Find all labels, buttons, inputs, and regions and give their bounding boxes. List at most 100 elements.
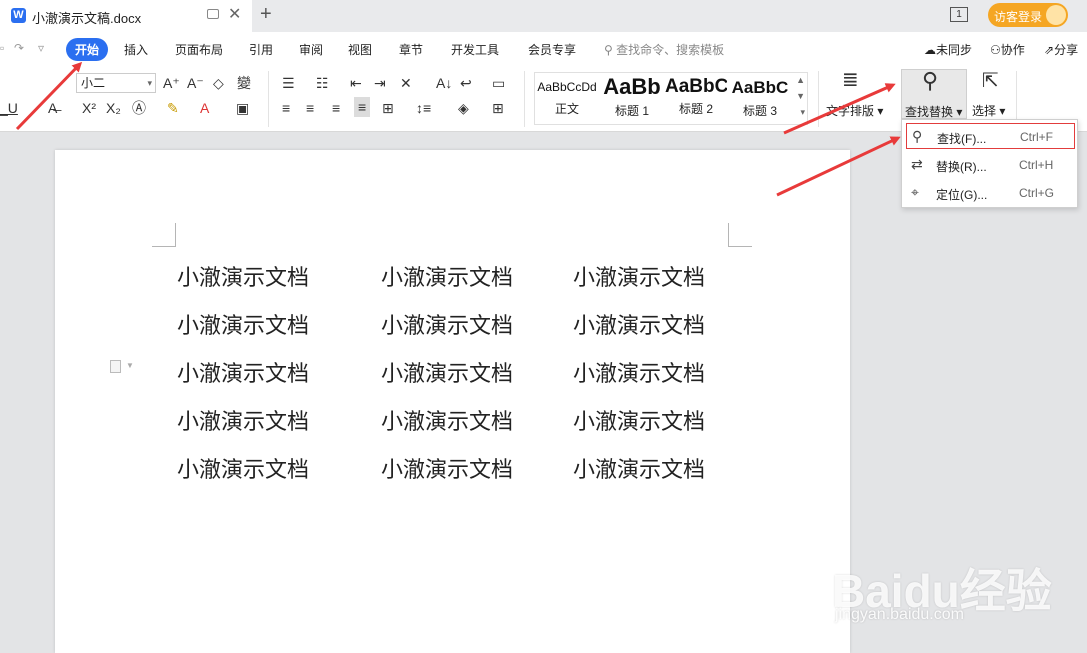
border-icon[interactable]: ⊞: [492, 99, 504, 117]
align-left-icon[interactable]: ≡: [282, 99, 290, 117]
text-layout-button[interactable]: 文字排版 ▾: [826, 102, 883, 119]
text-direction-icon[interactable]: ✕: [400, 74, 412, 92]
window-count-icon[interactable]: 1: [950, 7, 968, 22]
document-title: 小澈演示文稿.docx: [32, 11, 142, 26]
styles-gallery: AaBbCcDd 正文 AaBb 标题 1 AaBbC 标题 2 AaBbC 标…: [534, 72, 808, 125]
align-center-icon[interactable]: ≡: [306, 99, 314, 117]
sync-status-button[interactable]: ☁未同步: [924, 41, 972, 58]
phonetic-guide-icon[interactable]: 變: [237, 74, 251, 92]
text-layout-icon[interactable]: ≣: [842, 70, 859, 90]
more-styles-icon[interactable]: ▾: [800, 107, 805, 118]
select-button[interactable]: 选择 ▾: [972, 102, 1005, 119]
document-page[interactable]: 小澈演示文档 小澈演示文档 小澈演示文档 小澈演示文档 小澈演示文档 小澈演示文…: [55, 150, 850, 653]
print-icon[interactable]: ▫: [0, 41, 4, 55]
tab-references[interactable]: 引用: [249, 41, 273, 58]
text-cell: 小澈演示文档: [177, 266, 310, 291]
find-replace-caption: 查找替换 ▾: [905, 105, 963, 119]
highlight-icon[interactable]: ✎: [167, 99, 179, 117]
select-label: 选择: [972, 104, 997, 118]
tab-developer[interactable]: 开发工具: [451, 41, 499, 58]
superscript-icon[interactable]: X²: [82, 99, 96, 117]
tab-review[interactable]: 审阅: [299, 41, 323, 58]
underline-icon[interactable]: _U: [0, 99, 18, 117]
collaborate-button[interactable]: ⚇协作: [990, 41, 1025, 58]
numbered-list-icon[interactable]: ☷: [316, 74, 329, 92]
text-cell: 小澈演示文档: [381, 314, 514, 339]
wps-writer-icon: W: [11, 8, 26, 23]
menu-item-goto[interactable]: ⌖ 定位(G)... Ctrl+G: [906, 180, 1075, 206]
pin-icon[interactable]: [207, 9, 219, 19]
grow-font-icon[interactable]: A⁺: [163, 74, 180, 92]
guest-login-button[interactable]: 访客登录: [988, 3, 1068, 27]
strikethrough-icon[interactable]: A̶: [48, 99, 57, 117]
menu-item-goto-shortcut: Ctrl+G: [1019, 186, 1055, 200]
tab-page-layout[interactable]: 页面布局: [175, 41, 223, 58]
line-break-icon[interactable]: ↩: [460, 74, 472, 92]
style-heading-3-sample: AaBbC: [731, 78, 789, 97]
decrease-indent-icon[interactable]: ⇤: [350, 74, 362, 92]
bullet-list-icon[interactable]: ☰: [282, 74, 295, 92]
tab-insert[interactable]: 插入: [124, 41, 148, 58]
margin-corner-top-right: [728, 223, 752, 247]
collaborate-icon: ⚇: [990, 43, 1001, 57]
replace-icon: ⇄: [911, 156, 923, 172]
text-cell: 小澈演示文档: [381, 458, 514, 483]
menu-bar: ▫ ↷ ▿ 开始 插入 页面布局 引用 审阅 视图 章节 开发工具 会员专享 ⚲…: [0, 32, 1087, 65]
increase-indent-icon[interactable]: ⇥: [374, 74, 386, 92]
magnifier-icon: ⚲: [922, 68, 939, 93]
scroll-up-icon[interactable]: ▲: [796, 75, 805, 85]
text-cell: 小澈演示文档: [381, 266, 514, 291]
font-size-select[interactable]: 小二 ▾: [76, 73, 156, 93]
find-replace-button[interactable]: ⚲ 查找替换 ▾: [901, 69, 967, 119]
style-heading-2[interactable]: AaBbC 标题 2: [665, 73, 727, 124]
tab-member[interactable]: 会员专享: [528, 41, 576, 58]
new-tab-button[interactable]: +: [260, 3, 272, 26]
style-heading-1-sample: AaBb: [603, 74, 661, 99]
paragraph-layout-icon[interactable]: [110, 360, 121, 373]
subscript-icon[interactable]: X₂: [106, 99, 121, 117]
style-normal[interactable]: AaBbCcDd 正文: [535, 73, 599, 124]
divider: [524, 71, 525, 127]
shrink-font-icon[interactable]: A⁻: [187, 74, 204, 92]
align-right-icon[interactable]: ≡: [332, 99, 340, 117]
close-tab-icon[interactable]: ✕: [228, 4, 241, 24]
text-cell: 小澈演示文档: [573, 314, 706, 339]
document-tab[interactable]: W 小澈演示文稿.docx ✕: [0, 0, 252, 32]
cloud-icon: ☁: [924, 43, 936, 57]
customize-quick-access-icon[interactable]: ▿: [38, 41, 44, 55]
style-normal-label: 正文: [554, 102, 579, 116]
tab-home[interactable]: 开始: [66, 38, 109, 61]
font-color-icon[interactable]: A: [200, 99, 209, 117]
command-search-input[interactable]: ⚲ 查找命令、搜索模板: [604, 41, 724, 58]
text-cell: 小澈演示文档: [573, 410, 706, 435]
text-effect-icon[interactable]: Ⓐ: [132, 99, 146, 117]
clear-format-icon[interactable]: ◇: [213, 74, 224, 92]
tab-view[interactable]: 视图: [348, 41, 372, 58]
margin-corner-top-left: [152, 223, 176, 247]
shading-icon[interactable]: ◈: [458, 99, 469, 117]
find-replace-menu: ⚲ 查找(F)... Ctrl+F ⇄ 替换(R)... Ctrl+H ⌖ 定位…: [901, 119, 1078, 208]
share-button[interactable]: ⇗分享: [1044, 41, 1078, 58]
text-cell: 小澈演示文档: [177, 458, 310, 483]
distribute-icon[interactable]: ⊞: [382, 99, 394, 117]
sort-icon[interactable]: A↓: [436, 74, 452, 92]
menu-item-replace[interactable]: ⇄ 替换(R)... Ctrl+H: [906, 152, 1075, 178]
character-border-icon[interactable]: ▣: [236, 99, 249, 117]
ruler-icon[interactable]: ▭: [492, 74, 505, 92]
line-spacing-icon[interactable]: ↕≡: [416, 99, 431, 117]
tab-section[interactable]: 章节: [399, 41, 423, 58]
scroll-down-icon[interactable]: ▼: [796, 91, 805, 101]
menu-item-find[interactable]: ⚲ 查找(F)... Ctrl+F: [906, 123, 1075, 149]
goto-icon: ⌖: [911, 184, 919, 200]
style-heading-1[interactable]: AaBb 标题 1: [601, 73, 663, 124]
guest-login-label: 访客登录: [994, 10, 1043, 24]
cursor-icon[interactable]: ⇱: [982, 71, 999, 91]
style-heading-3[interactable]: AaBbC 标题 3: [729, 73, 791, 124]
divider: [268, 71, 269, 127]
text-cell: 小澈演示文档: [573, 458, 706, 483]
text-cell: 小澈演示文档: [177, 314, 310, 339]
menu-item-find-shortcut: Ctrl+F: [1020, 130, 1053, 144]
justify-icon[interactable]: ≡: [354, 97, 371, 117]
chevron-down-icon[interactable]: ▼: [126, 361, 134, 370]
redo-icon[interactable]: ↷: [14, 41, 24, 55]
